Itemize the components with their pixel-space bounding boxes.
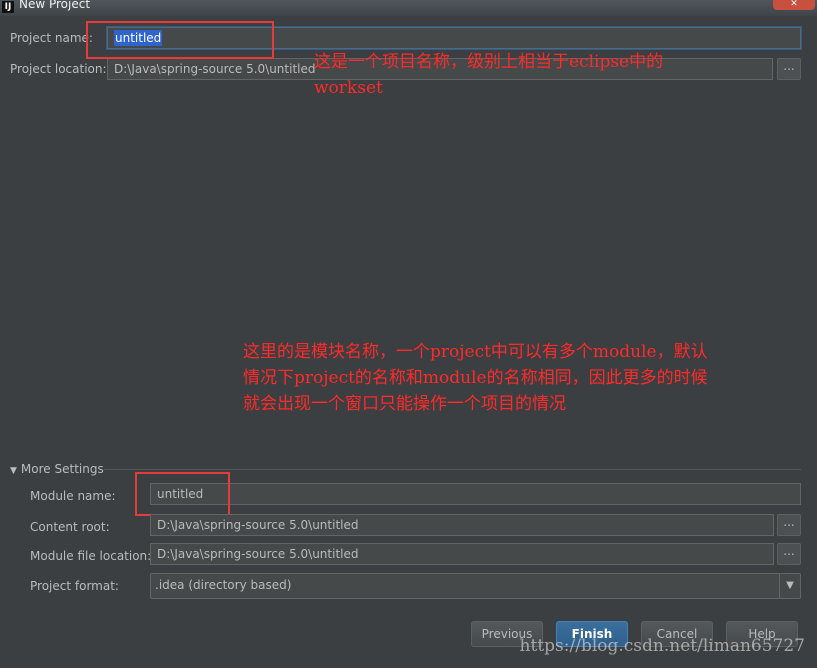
app-icon: IJ [2, 1, 14, 13]
annotation-top-line1: 这是一个项目名称，级别上相当于eclipse中的 [314, 52, 664, 72]
more-settings-toggle[interactable]: ▼ More Settings [10, 462, 104, 476]
module-name-input[interactable]: untitled [150, 483, 801, 505]
project-location-label: Project location: [10, 62, 107, 76]
highlight-box-project-name [86, 21, 274, 59]
more-settings-title: More Settings [20, 462, 104, 476]
close-button[interactable]: ✕ [773, 0, 815, 10]
watermark-text: https://blog.csdn.net/liman65727 [519, 636, 805, 656]
project-format-label: Project format: [30, 579, 119, 593]
module-file-location-browse-button[interactable]: ... [777, 543, 801, 565]
annotation-middle-line1: 这里的是模块名称，一个project中可以有多个module，默认 [243, 342, 708, 362]
annotation-middle-line3: 就会出现一个窗口只能操作一个项目的情况 [243, 394, 566, 414]
content-root-input[interactable]: D:\Java\spring-source 5.0\untitled [150, 514, 774, 536]
project-format-select[interactable]: .idea (directory based) ▼ [150, 573, 801, 599]
module-file-location-input[interactable]: D:\Java\spring-source 5.0\untitled [150, 543, 774, 565]
highlight-box-module-name [135, 472, 230, 516]
project-format-value: .idea (directory based) [155, 578, 292, 592]
window-title: New Project [19, 0, 91, 11]
module-name-label: Module name: [30, 489, 116, 503]
section-divider [104, 469, 801, 470]
project-location-browse-button[interactable]: ... [777, 58, 801, 80]
annotation-module-name: 这里的是模块名称，一个project中可以有多个module，默认 情况下pro… [243, 339, 708, 417]
module-file-location-label: Module file location: [30, 549, 152, 563]
content-root-browse-button[interactable]: ... [777, 514, 801, 536]
chevron-down-icon[interactable]: ▼ [779, 574, 800, 598]
annotation-middle-line2: 情况下project的名称和module的名称相同，因此更多的时候 [243, 368, 708, 388]
annotation-top-line2: workset [314, 78, 383, 98]
title-bar: IJ New Project ✕ [0, 0, 817, 16]
triangle-down-icon: ▼ [10, 466, 17, 476]
annotation-project-name: 这是一个项目名称，级别上相当于eclipse中的 workset [314, 49, 663, 101]
project-name-label: Project name: [10, 31, 93, 45]
content-root-label: Content root: [30, 520, 110, 534]
